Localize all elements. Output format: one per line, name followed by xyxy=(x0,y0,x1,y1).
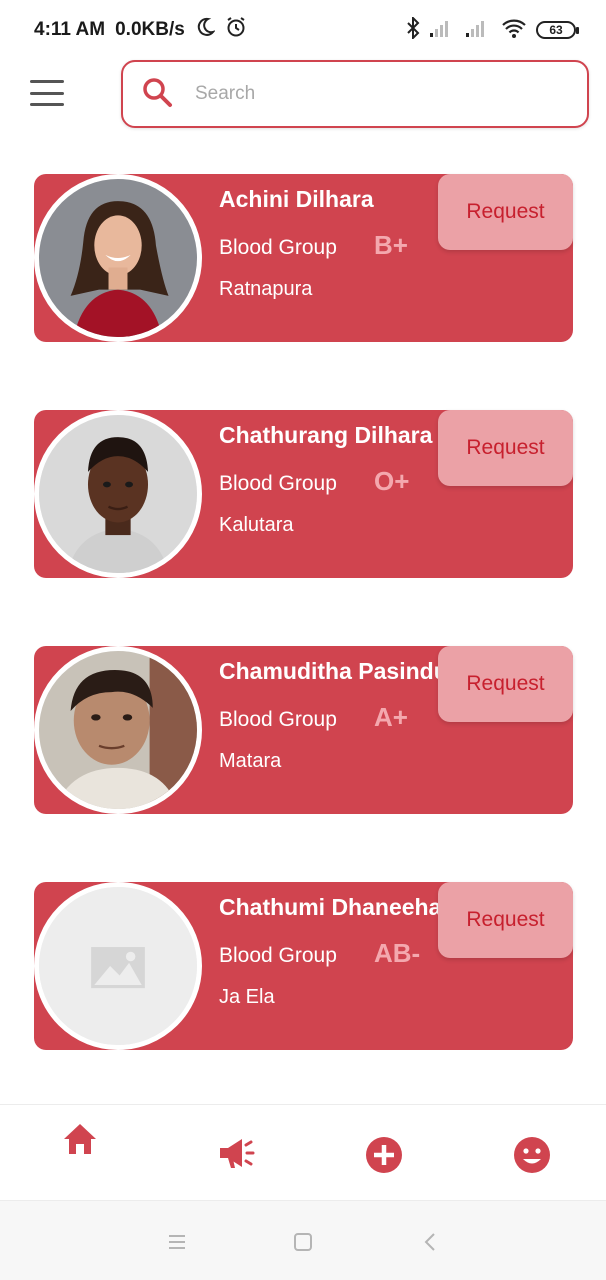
donor-avatar xyxy=(34,410,202,578)
alarm-icon xyxy=(225,16,247,44)
status-right: 63 xyxy=(406,15,579,44)
status-time: 4:11 AM xyxy=(34,19,106,40)
search-icon xyxy=(141,76,173,113)
signal-icon-2 xyxy=(466,19,492,42)
donor-city: Ratnapura xyxy=(219,278,313,300)
donor-card[interactable]: Achini Dilhara Blood Group B+ Ratnapura … xyxy=(34,174,573,342)
battery-level: 63 xyxy=(549,23,563,37)
request-button[interactable]: Request xyxy=(438,410,573,486)
request-button[interactable]: Request xyxy=(438,174,573,250)
megaphone-icon[interactable] xyxy=(216,1133,256,1173)
donor-card[interactable]: Chathurang Dilhara Blood Group O+ Kaluta… xyxy=(34,410,573,578)
donor-city: Kalutara xyxy=(219,514,294,536)
donor-name: Chathumi Dhaneeha xyxy=(219,894,442,920)
menu-line xyxy=(30,103,64,106)
search-input[interactable] xyxy=(195,83,555,105)
blood-group-label: Blood Group xyxy=(219,708,337,731)
blood-group-label: Blood Group xyxy=(219,236,337,259)
status-net-speed: 0.0KB/s xyxy=(115,19,185,40)
blood-group-value: AB- xyxy=(374,938,421,968)
system-nav-bar xyxy=(0,1200,606,1280)
home-icon[interactable] xyxy=(60,1119,100,1159)
image-placeholder-icon xyxy=(91,947,145,989)
blood-group-value: B+ xyxy=(374,230,408,260)
smiley-face-icon[interactable] xyxy=(512,1135,552,1175)
donor-card[interactable]: Chamuditha Pasindu Blood Group A+ Matara… xyxy=(34,646,573,814)
signal-icon xyxy=(430,19,456,42)
search-box[interactable] xyxy=(121,60,589,128)
donor-avatar xyxy=(34,882,202,1050)
donor-name: Achini Dilhara xyxy=(219,186,374,212)
blood-group-value: A+ xyxy=(374,702,408,732)
add-circle-icon[interactable] xyxy=(364,1135,404,1175)
bluetooth-icon xyxy=(406,15,420,44)
blood-group-label: Blood Group xyxy=(219,472,337,495)
donor-avatar xyxy=(34,174,202,342)
donor-avatar xyxy=(34,646,202,814)
recents-icon[interactable] xyxy=(166,1231,188,1253)
donor-list-screen: 4:11 AM 0.0KB/s 63 Search Achini Dilhara… xyxy=(0,0,606,1280)
donor-name: Chathurang Dilhara xyxy=(219,422,433,448)
blood-group-value: O+ xyxy=(374,466,410,496)
donor-city: Matara xyxy=(219,750,282,772)
menu-line xyxy=(30,80,64,83)
donor-card[interactable]: Chathumi Dhaneeha Blood Group AB- Ja Ela… xyxy=(34,882,573,1050)
home-button-icon[interactable] xyxy=(292,1231,314,1253)
donor-name: Chamuditha Pasindu xyxy=(219,658,444,684)
status-left: 4:11 AM 0.0KB/s xyxy=(34,16,247,44)
request-button[interactable]: Request xyxy=(438,882,573,958)
wifi-icon xyxy=(502,18,526,43)
status-bar: 4:11 AM 0.0KB/s 63 xyxy=(0,0,606,60)
menu-icon[interactable] xyxy=(30,80,64,106)
menu-line xyxy=(30,91,64,95)
donor-city: Ja Ela xyxy=(219,986,275,1008)
back-icon[interactable] xyxy=(420,1231,442,1253)
moon-icon xyxy=(195,17,216,43)
battery-icon: 63 xyxy=(536,21,579,39)
blood-group-label: Blood Group xyxy=(219,944,337,967)
bottom-nav xyxy=(0,1104,606,1200)
request-button[interactable]: Request xyxy=(438,646,573,722)
